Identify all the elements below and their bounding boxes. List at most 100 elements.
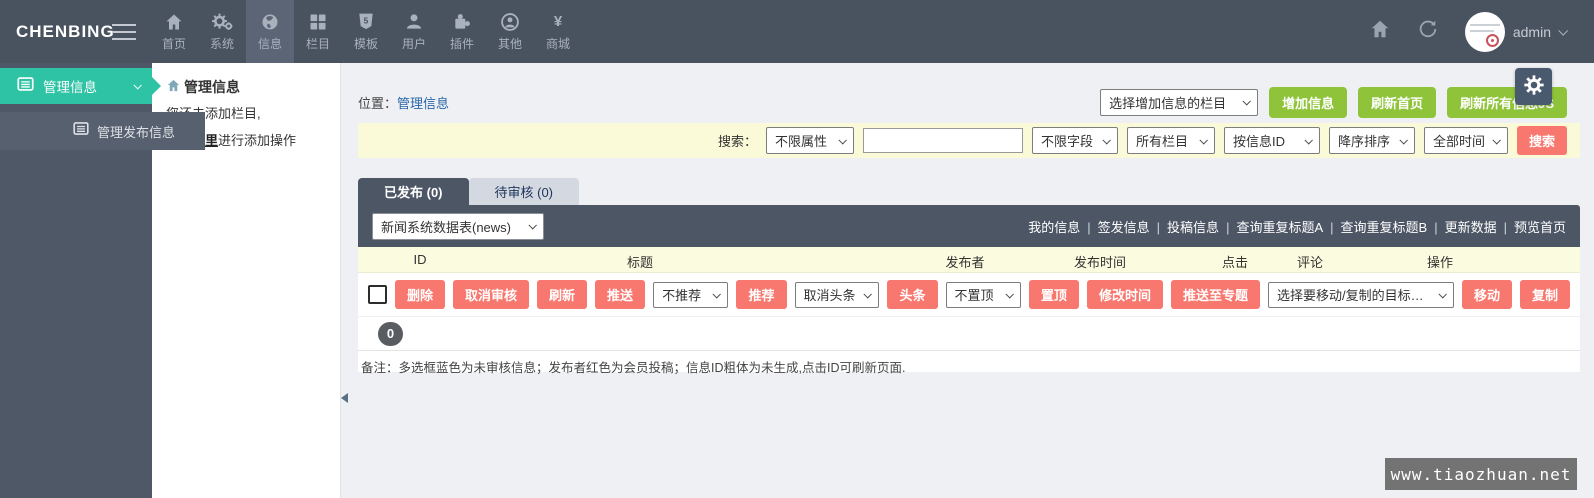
note-row: 备注：多选框蓝色为未审核信息；发布者红色为会员投稿；信息ID粗体为未生成,点击I… [358, 350, 1580, 382]
headline-button[interactable]: 头条 [887, 280, 937, 309]
select-all-checkbox[interactable] [368, 285, 387, 304]
note-text: 备注：多选框蓝色为未审核信息；发布者红色为会员投稿；信息ID粗体为未生成,点击I… [361, 357, 905, 376]
recommend-button[interactable]: 推荐 [736, 280, 786, 309]
pagination-row: 0 [358, 317, 1580, 350]
push-button[interactable]: 推送 [595, 280, 645, 309]
tab-published[interactable]: 已发布 (0) [358, 178, 469, 205]
column-select[interactable]: 所有栏目 [1127, 127, 1215, 154]
nav-item-templates[interactable]: 5 模板 [342, 0, 390, 63]
chevron-down-icon [1304, 136, 1312, 144]
col-clicks: 点击 [1222, 252, 1248, 271]
table-header-row: ID 标题 发布者 发布时间 点击 评论 操作 [358, 247, 1580, 273]
copy-button[interactable]: 复制 [1520, 280, 1570, 309]
sidebar-toggle-button[interactable] [112, 0, 138, 63]
search-input[interactable] [863, 128, 1023, 153]
refresh-icon[interactable] [1417, 18, 1439, 45]
refresh-button[interactable]: 刷新 [537, 280, 587, 309]
attribute-select[interactable]: 不限属性 [766, 127, 854, 154]
watermark: www.tiaozhuan.net [1385, 458, 1577, 490]
page-badge[interactable]: 0 [378, 322, 403, 346]
yen-icon: ¥ [548, 12, 568, 32]
orderby-select[interactable]: 按信息ID [1224, 127, 1320, 154]
user-menu[interactable]: admin [1465, 12, 1566, 52]
stick-top-button[interactable]: 置顶 [1029, 280, 1079, 309]
data-table-select[interactable]: 新闻系统数据表(news) [372, 213, 544, 240]
gears-icon [211, 12, 233, 32]
field-select[interactable]: 不限字段 [1032, 127, 1118, 154]
move-copy-target-select[interactable]: 选择要移动/复制的目标栏目 [1268, 282, 1454, 308]
dup-title-a-link[interactable]: 查询重复标题A [1236, 217, 1340, 236]
nav-item-mall[interactable]: ¥ 商城 [534, 0, 582, 63]
sign-info-link[interactable]: 签发信息 [1098, 217, 1167, 236]
user-icon [404, 12, 424, 32]
modify-time-button[interactable]: 修改时间 [1087, 280, 1163, 309]
recommend-select[interactable]: 不推荐 [653, 282, 728, 308]
brand-logo: CHENBING [0, 22, 112, 42]
chevron-down-icon [528, 221, 536, 229]
search-button[interactable]: 搜索 [1517, 126, 1567, 155]
move-button[interactable]: 移动 [1462, 280, 1512, 309]
avatar [1465, 12, 1505, 52]
push-to-topic-button[interactable]: 推送至专题 [1171, 280, 1260, 309]
breadcrumb: 位置：管理信息 [358, 93, 449, 112]
search-label: 搜索： [718, 131, 757, 150]
nav-item-plugins[interactable]: 插件 [438, 0, 486, 63]
col-comments: 评论 [1297, 252, 1323, 271]
refresh-homepage-button[interactable]: 刷新首页 [1358, 87, 1436, 118]
sort-select[interactable]: 降序排序 [1329, 127, 1415, 154]
search-bar: 搜索： 不限属性 不限字段 所有栏目 按信息ID 降序排序 全部时间 搜索 [358, 123, 1580, 158]
sidebar-item-manage-info[interactable]: 管理信息 [0, 68, 152, 104]
chevron-down-icon [1492, 136, 1500, 144]
time-select[interactable]: 全部时间 [1424, 127, 1508, 154]
delete-button[interactable]: 删除 [395, 280, 445, 309]
chevron-down-icon [1102, 136, 1110, 144]
nav-item-users[interactable]: 用户 [390, 0, 438, 63]
globe-icon [260, 12, 280, 32]
contribute-info-link[interactable]: 投稿信息 [1167, 217, 1236, 236]
add-info-button[interactable]: 增加信息 [1269, 87, 1347, 118]
col-actions: 操作 [1427, 252, 1453, 271]
frontend-home-icon[interactable] [1369, 18, 1391, 45]
nav-item-other[interactable]: 其他 [486, 0, 534, 63]
nav-item-columns[interactable]: 栏目 [294, 0, 342, 63]
col-publisher: 发布者 [945, 252, 984, 271]
headline-select[interactable]: 取消头条 [795, 282, 880, 308]
update-data-link[interactable]: 更新数据 [1445, 217, 1514, 236]
settings-gear-button[interactable] [1515, 68, 1552, 105]
nav-item-system[interactable]: 系统 [198, 0, 246, 63]
chevron-down-icon [713, 290, 721, 298]
chevron-down-icon [1199, 136, 1207, 144]
admin-app: CHENBING 首页 系统 信息 栏目 5 模板 [0, 0, 1594, 498]
top-navbar: CHENBING 首页 系统 信息 栏目 5 模板 [0, 0, 1594, 63]
chevron-down-icon [1558, 26, 1568, 36]
stick-top-select[interactable]: 不置顶 [946, 282, 1021, 308]
toolbar-links: 我的信息 签发信息 投稿信息 查询重复标题A 查询重复标题B 更新数据 预览首页 [1028, 217, 1566, 236]
grid-icon [308, 12, 328, 32]
nav-item-home[interactable]: 首页 [150, 0, 198, 63]
template-icon: 5 [356, 12, 376, 32]
svg-text:¥: ¥ [554, 13, 563, 30]
chevron-down-icon [864, 290, 872, 298]
tab-pending-review[interactable]: 待审核 (0) [469, 178, 580, 205]
chevron-down-icon [1243, 97, 1251, 105]
dup-title-b-link[interactable]: 查询重复标题B [1341, 217, 1445, 236]
add-column-select[interactable]: 选择增加信息的栏目 [1100, 89, 1258, 116]
navbar-right-tools: admin [1369, 12, 1594, 52]
my-info-link[interactable]: 我的信息 [1028, 217, 1097, 236]
preview-home-link[interactable]: 预览首页 [1514, 217, 1566, 236]
main-content: 位置：管理信息 选择增加信息的栏目 增加信息 刷新首页 刷新所有信息JS 搜索：… [341, 63, 1594, 498]
location-link[interactable]: 管理信息 [397, 96, 449, 111]
bulk-action-row: 删除 取消审核 刷新 推送 不推荐 推荐 取消头条 头条 不置顶 置顶 修改时间… [358, 273, 1580, 317]
sidebar-item-manage-publish-info[interactable]: 管理发布信息 [0, 112, 205, 150]
panel-title: 管理信息 [166, 77, 328, 97]
panel-collapse-arrow-icon[interactable] [341, 393, 348, 403]
chevron-down-icon [1438, 290, 1446, 298]
home-icon [166, 78, 181, 96]
gear-icon [1523, 74, 1545, 99]
info-table: ID 标题 发布者 发布时间 点击 评论 操作 删除 取消审核 刷新 推送 不推… [358, 247, 1580, 372]
plugin-icon [452, 12, 472, 32]
cancel-review-button[interactable]: 取消审核 [453, 280, 529, 309]
sidebar: 管理信息 管理发布信息 [0, 63, 152, 498]
nav-item-info[interactable]: 信息 [246, 0, 294, 63]
chevron-down-icon [1399, 136, 1407, 144]
